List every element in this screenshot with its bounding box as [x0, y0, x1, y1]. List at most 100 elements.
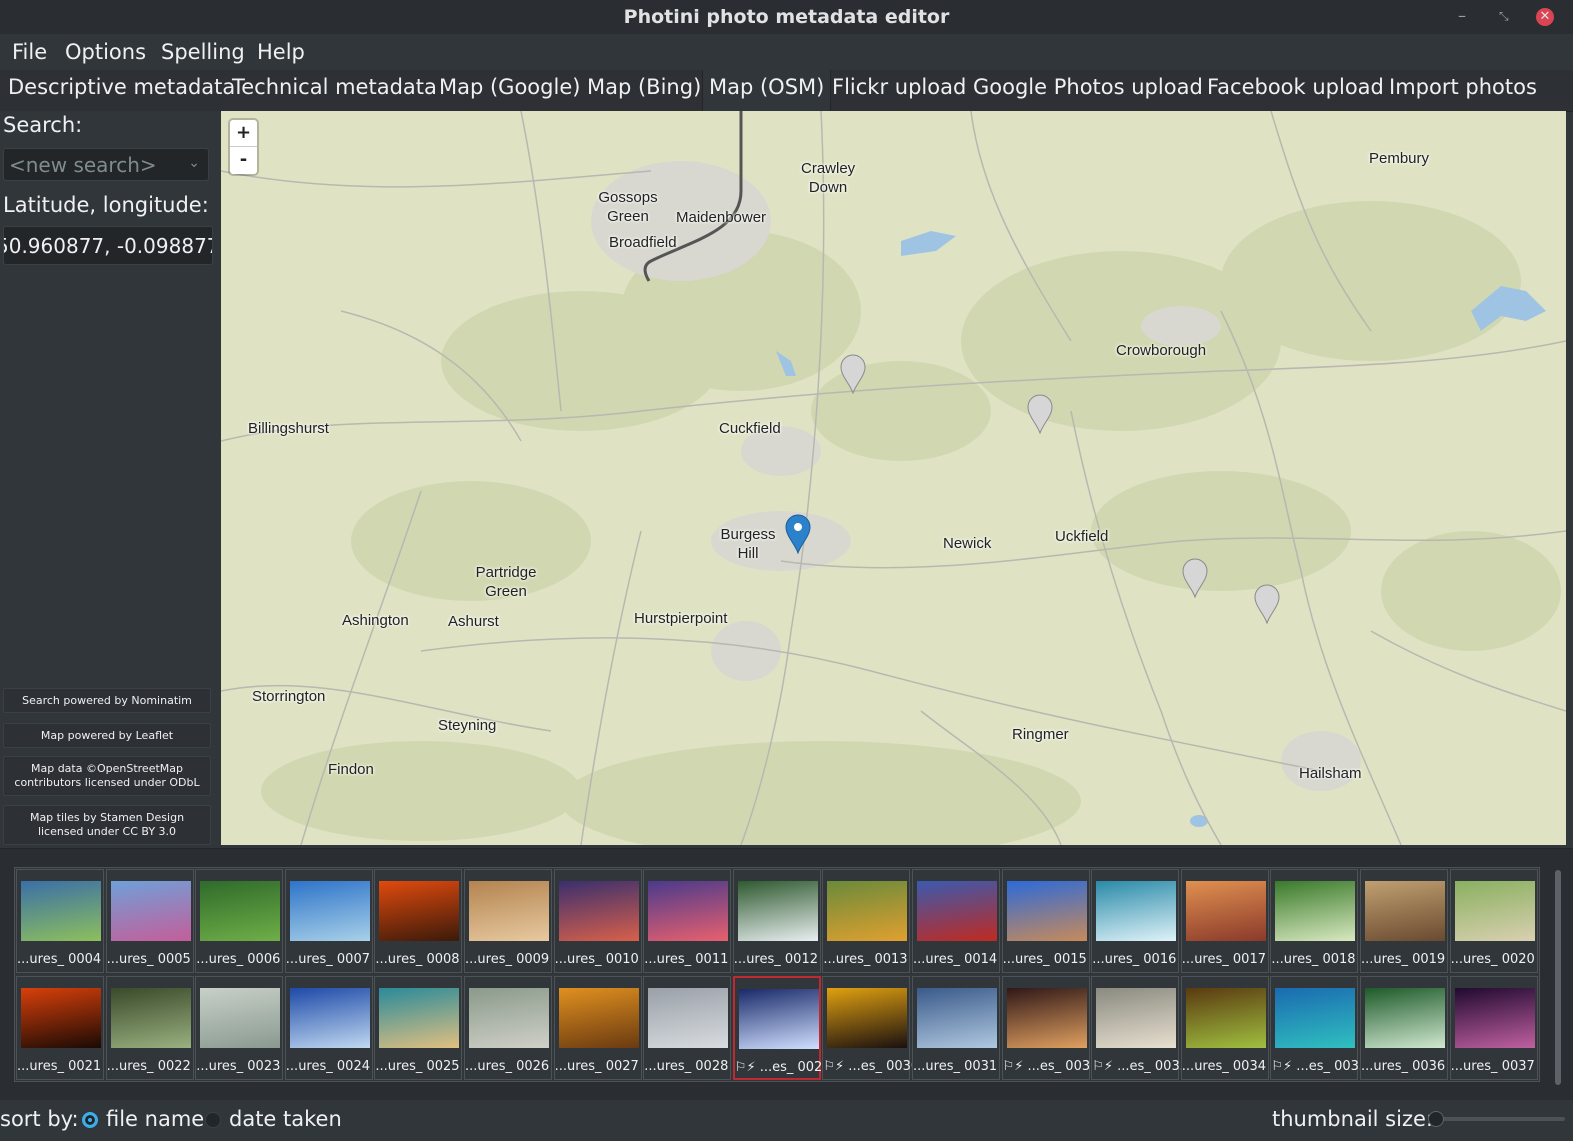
sort-file-name-radio[interactable]: [82, 1112, 98, 1128]
thumbnail[interactable]: ...ures_ 0009: [464, 869, 552, 973]
tab-map-osm[interactable]: Map (OSM): [702, 70, 832, 111]
thumbnail[interactable]: ...ures_ 0005: [105, 869, 194, 973]
thumbnail[interactable]: ...ures_ 0007: [284, 869, 373, 973]
slider-handle[interactable]: [1428, 1111, 1444, 1127]
thumbnail-image: [110, 988, 191, 1048]
sort-date-taken-label[interactable]: date taken: [229, 1107, 342, 1131]
search-combobox[interactable]: <new search> ⌄: [3, 148, 209, 181]
sort-date-taken-radio[interactable]: [205, 1112, 221, 1128]
thumbnail-image: [1365, 881, 1445, 941]
sort-file-name-label[interactable]: file name: [106, 1107, 204, 1131]
tab-technical-metadata[interactable]: Technical metadata: [232, 75, 437, 111]
close-icon[interactable]: ✕: [1536, 8, 1554, 26]
place-label: Broadfield: [609, 234, 677, 251]
thumbnail-caption: ...ures_ 0007: [285, 952, 370, 967]
tab-flickr-upload[interactable]: Flickr upload: [832, 75, 966, 111]
thumbnail-caption: ...ures_ 0012: [733, 952, 818, 967]
thumbnail[interactable]: ...ures_ 0015: [1001, 869, 1090, 973]
thumbnail[interactable]: ...ures_ 0011: [643, 869, 732, 973]
thumbnail-image: [1365, 988, 1445, 1048]
thumbnail[interactable]: ...ures_ 0026: [464, 976, 552, 1080]
thumbnail-image: [469, 881, 549, 941]
thumbnail[interactable]: ...ures_ 0010: [553, 869, 642, 973]
thumbnail[interactable]: ...ures_ 0008: [374, 869, 463, 973]
selected-map-marker-icon[interactable]: [785, 514, 811, 554]
place-label: Maidenbower: [676, 209, 767, 226]
map-view[interactable]: + - Crawley Down Gossops Green Maidenbow…: [221, 111, 1566, 845]
latlon-field[interactable]: 50.960877, -0.098877: [3, 226, 213, 265]
latlon-label: Latitude, longitude:: [3, 193, 209, 217]
thumbnail-selected[interactable]: ⚐⚡ ...es_ 0029: [732, 976, 831, 1080]
map-marker-icon[interactable]: [1182, 558, 1208, 598]
thumbnail-scrollbar[interactable]: [1555, 870, 1561, 1085]
thumbnail[interactable]: ...ures_ 0017: [1180, 869, 1269, 973]
leaflet-credit-button[interactable]: Map powered by Leaflet: [3, 723, 211, 748]
thumbnail[interactable]: ...ures_ 0037: [1449, 976, 1538, 1080]
thumbnail-grid: ...ures_ 0004 ...ures_ 0005 ...ures_ 0006.…: [14, 867, 1540, 1082]
chevron-down-icon[interactable]: ⌄: [188, 155, 200, 171]
thumbnail-caption: ...ures_ 0010: [554, 952, 639, 967]
thumbnail-caption: ...ures_ 0018: [1271, 952, 1356, 967]
tab-map-bing[interactable]: Map (Bing): [587, 75, 701, 111]
menu-help[interactable]: Help: [257, 40, 305, 64]
tab-descriptive-metadata[interactable]: Descriptive metadata: [8, 75, 235, 111]
map-marker-icon[interactable]: [1254, 584, 1280, 624]
place-label: Burgess Hill: [720, 526, 776, 562]
tab-map-google[interactable]: Map (Google): [439, 75, 580, 111]
thumbnail[interactable]: ...ures_ 0004: [16, 869, 104, 973]
zoom-in-button[interactable]: +: [230, 120, 257, 147]
thumbnail[interactable]: ...ures_ 0006: [195, 869, 284, 973]
thumbnail[interactable]: ...ures_ 0018: [1270, 869, 1359, 973]
thumbnail-image: [827, 881, 908, 941]
thumbnail-caption: ...ures_ 0015: [1002, 952, 1087, 967]
menu-spelling[interactable]: Spelling: [161, 40, 245, 64]
thumbnail[interactable]: ⚐⚡ ...es_ 0032: [1001, 976, 1098, 1080]
tab-import-photos[interactable]: Import photos: [1389, 75, 1537, 111]
thumbnail[interactable]: ...ures_ 0024: [284, 976, 373, 1080]
tab-google-photos-upload[interactable]: Google Photos upload: [973, 75, 1203, 111]
thumbnail[interactable]: ...ures_ 0022: [105, 976, 194, 1080]
map-marker-icon[interactable]: [840, 354, 866, 394]
minimize-icon[interactable]: –: [1458, 6, 1466, 25]
map-marker-icon[interactable]: [1027, 394, 1053, 434]
stamen-credit-button[interactable]: Map tiles by Stamen Design licensed unde…: [3, 805, 211, 845]
thumbnail[interactable]: ⚐⚡ ...es_ 0030: [822, 976, 919, 1080]
thumbnail[interactable]: ...ures_ 0020: [1449, 869, 1538, 973]
thumbnail-size-slider[interactable]: [1428, 1111, 1565, 1127]
thumbnail[interactable]: ...ures_ 0012: [732, 869, 821, 973]
thumbnail[interactable]: ...ures_ 0027: [553, 976, 642, 1080]
thumbnail-image: [1454, 881, 1535, 941]
thumbnail[interactable]: ...ures_ 0025: [374, 976, 463, 1080]
thumbnail[interactable]: ⚐⚡ ...es_ 0035: [1270, 976, 1368, 1080]
osm-credit-button[interactable]: Map data ©OpenStreetMap contributors lic…: [3, 756, 211, 796]
thumbnail[interactable]: ...ures_ 0031: [912, 976, 1000, 1080]
thumbnail[interactable]: ...ures_ 0023: [195, 976, 284, 1080]
place-label: Ashurst: [448, 613, 499, 630]
thumbnail[interactable]: ...ures_ 0013: [822, 869, 911, 973]
menu-options[interactable]: Options: [65, 40, 146, 64]
thumbnail-image: [110, 881, 191, 941]
zoom-out-button[interactable]: -: [230, 147, 257, 174]
thumbnail-image: [289, 988, 370, 1048]
thumbnail[interactable]: ...ures_ 0019: [1360, 869, 1448, 973]
thumbnail[interactable]: ...ures_ 0014: [912, 869, 1000, 973]
search-label: Search:: [3, 113, 83, 137]
thumbnail[interactable]: ...ures_ 0028: [643, 976, 732, 1080]
tab-facebook-upload[interactable]: Facebook upload: [1207, 75, 1384, 111]
thumbnail[interactable]: ...ures_ 0021: [16, 976, 104, 1080]
thumbnail[interactable]: ⚐⚡ ...es_ 0033: [1091, 976, 1188, 1080]
thumbnail-image: [737, 881, 818, 941]
thumbnail-caption: ⚐⚡ ...es_ 0035: [1271, 1059, 1368, 1074]
thumbnail-image: [827, 988, 908, 1048]
thumbnail[interactable]: ...ures_ 0034: [1180, 976, 1269, 1080]
menu-file[interactable]: File: [12, 40, 47, 64]
maximize-icon[interactable]: ⤡: [1499, 9, 1509, 24]
nominatim-credit-button[interactable]: Search powered by Nominatim: [3, 688, 211, 713]
thumbnail[interactable]: ...ures_ 0036: [1360, 976, 1448, 1080]
thumbnail-caption: ⚐⚡ ...es_ 0033: [1092, 1059, 1188, 1074]
thumbnail-caption: ...ures_ 0014: [913, 952, 998, 967]
thumbnail-image: [1096, 988, 1177, 1048]
thumbnail-caption: ...ures_ 0027: [554, 1059, 639, 1074]
thumbnail[interactable]: ...ures_ 0016: [1091, 869, 1180, 973]
thumbnail-image: [1275, 988, 1356, 1048]
